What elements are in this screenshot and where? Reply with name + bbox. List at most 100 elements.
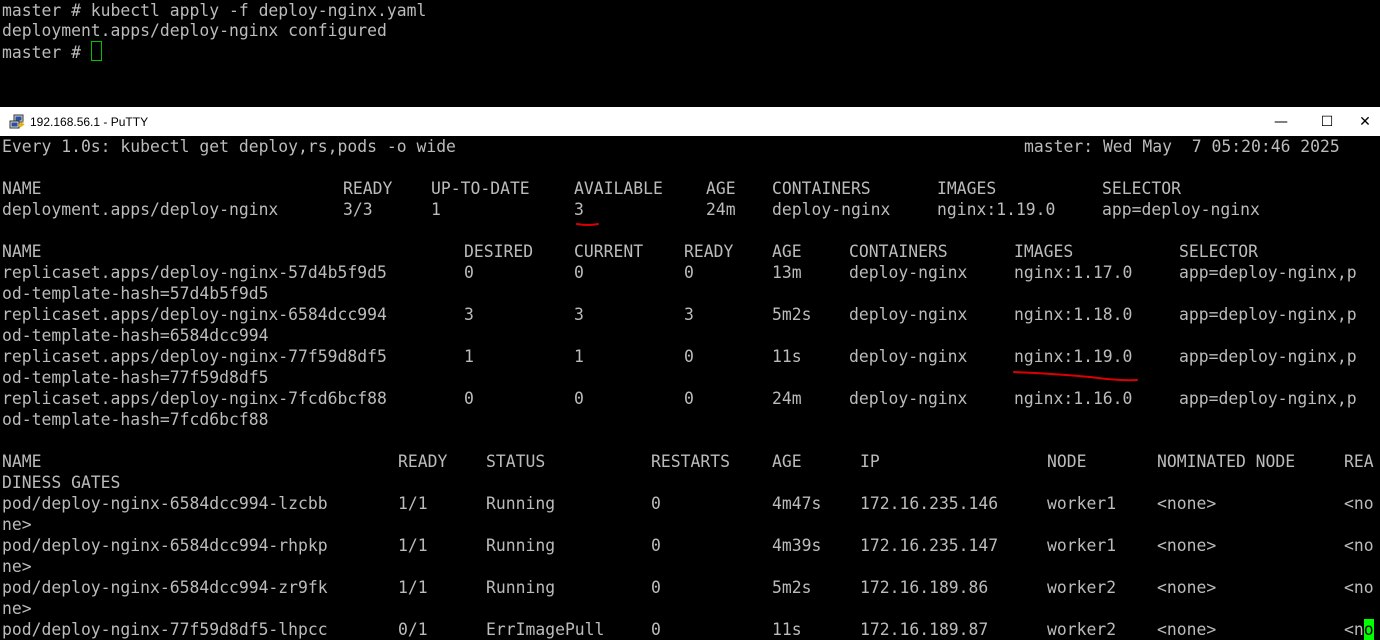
table-cell: worker1	[1047, 536, 1117, 555]
column-header: REA	[1344, 452, 1374, 471]
table-cell: 0	[684, 263, 694, 282]
table-cell: 3	[574, 200, 584, 219]
table-cell: <none>	[1157, 620, 1217, 639]
table-cell: app=deploy-nginx,p	[1179, 389, 1357, 408]
table-cell: deployment.apps/deploy-nginx	[2, 200, 279, 219]
window-titlebar[interactable]: 192.168.56.1 - PuTTY — ☐ ✕	[0, 107, 1380, 136]
column-header: CURRENT	[574, 242, 644, 261]
table-cell: 0	[651, 578, 661, 597]
column-header: IMAGES	[937, 179, 997, 198]
table-cell: 0	[651, 620, 661, 639]
column-header: SELECTOR	[1102, 179, 1181, 198]
table-cell: Running	[486, 536, 556, 555]
table-cell: pod/deploy-nginx-6584dcc994-lzcbb	[2, 494, 328, 513]
watch-command: Every 1.0s: kubectl get deploy,rs,pods -…	[2, 137, 456, 156]
column-header: CONTAINERS	[849, 242, 948, 261]
column-header: AGE	[706, 179, 736, 198]
table-cell: Running	[486, 578, 556, 597]
table-cell: 1/1	[398, 578, 428, 597]
column-header: IMAGES	[1014, 242, 1074, 261]
table-cell: 11s	[772, 347, 802, 366]
table-cell: pod/deploy-nginx-77f59d8df5-lhpcc	[2, 620, 328, 639]
table-cell: 13m	[772, 263, 802, 282]
table-cell: 3	[464, 305, 474, 324]
underline-image-1190	[1013, 371, 1138, 382]
column-header: READY	[684, 242, 734, 261]
table-cell: deploy-nginx	[849, 263, 968, 282]
maximize-icon: ☐	[1320, 113, 1334, 130]
table-cell: 172.16.189.87	[860, 620, 989, 639]
putty-window[interactable]: 192.168.56.1 - PuTTY — ☐ ✕ Every 1.0s: k…	[0, 107, 1380, 640]
column-header: IP	[860, 452, 880, 471]
table-cell: deploy-nginx	[849, 347, 968, 366]
table-cell: 11s	[772, 620, 802, 639]
table-cell: worker2	[1047, 578, 1117, 597]
watch-host-time: master: Wed May 7 05:20:46 2025	[1024, 137, 1340, 156]
column-header: NAME	[2, 452, 42, 471]
table-cell: replicaset.apps/deploy-nginx-57d4b5f9d5	[2, 263, 387, 282]
column-header: STATUS	[486, 452, 546, 471]
table-cell: <none>	[1157, 578, 1217, 597]
table-cell: 1/1	[398, 494, 428, 513]
wrapped-header: DINESS GATES	[2, 473, 121, 492]
table-cell: 0	[464, 389, 474, 408]
table-cell: <n	[1344, 620, 1364, 639]
table-cell: app=deploy-nginx	[1102, 200, 1260, 219]
wrapped-cell: ne>	[2, 599, 32, 618]
table-cell: 0	[651, 494, 661, 513]
close-button[interactable]: ✕	[1350, 107, 1380, 136]
table-cell: 3	[574, 305, 584, 324]
terminal-prompt-line: master #	[2, 41, 102, 62]
background-terminal[interactable]: master # kubectl apply -f deploy-nginx.y…	[0, 0, 1380, 107]
table-cell: 1	[464, 347, 474, 366]
table-cell: pod/deploy-nginx-6584dcc994-rhpkp	[2, 536, 328, 555]
table-cell: pod/deploy-nginx-6584dcc994-zr9fk	[2, 578, 328, 597]
column-header: RESTARTS	[651, 452, 730, 471]
terminal-line: deployment.apps/deploy-nginx configured	[2, 21, 387, 40]
wrapped-cell: od-template-hash=7fcd6bcf88	[2, 410, 269, 429]
table-cell: replicaset.apps/deploy-nginx-77f59d8df5	[2, 347, 387, 366]
column-header: AGE	[772, 242, 802, 261]
minimize-button[interactable]: —	[1258, 107, 1304, 136]
wrapped-cell: ne>	[2, 557, 32, 576]
table-cell: 3/3	[343, 200, 373, 219]
table-cell: deploy-nginx	[772, 200, 891, 219]
table-cell: ErrImagePull	[486, 620, 605, 639]
table-cell: Running	[486, 494, 556, 513]
column-header: DESIRED	[464, 242, 534, 261]
table-cell: 172.16.235.146	[860, 494, 999, 513]
table-cell: 4m47s	[772, 494, 822, 513]
table-cell: 4m39s	[772, 536, 822, 555]
column-header: UP-TO-DATE	[431, 179, 530, 198]
terminal-screen[interactable]: Every 1.0s: kubectl get deploy,rs,pods -…	[0, 136, 1380, 640]
table-cell: 5m2s	[772, 305, 812, 324]
table-cell: 1	[574, 347, 584, 366]
column-header: AVAILABLE	[574, 179, 663, 198]
window-title: 192.168.56.1 - PuTTY	[30, 115, 149, 129]
table-cell: worker2	[1047, 620, 1117, 639]
table-cell: 0	[574, 389, 584, 408]
column-header: NAME	[2, 242, 42, 261]
putty-computers-icon	[9, 114, 25, 129]
maximize-button[interactable]: ☐	[1304, 107, 1350, 136]
text-cursor	[90, 41, 102, 61]
table-cell: 172.16.189.86	[860, 578, 989, 597]
table-cell: 1	[431, 200, 441, 219]
table-cell: <no	[1344, 578, 1374, 597]
table-cell: replicaset.apps/deploy-nginx-6584dcc994	[2, 305, 387, 324]
table-cell: 24m	[772, 389, 802, 408]
terminal-prompt: master #	[2, 43, 91, 62]
table-cell: 1/1	[398, 536, 428, 555]
table-cell: <no	[1344, 536, 1374, 555]
wrapped-cell: od-template-hash=57d4b5f9d5	[2, 284, 269, 303]
underline-available	[576, 223, 599, 226]
table-cell: 0	[651, 536, 661, 555]
table-cell: nginx:1.19.0	[1014, 347, 1133, 366]
column-header: AGE	[772, 452, 802, 471]
table-cell: deploy-nginx	[849, 305, 968, 324]
close-icon: ✕	[1359, 113, 1371, 130]
table-cell: 24m	[706, 200, 736, 219]
table-cell: app=deploy-nginx,p	[1179, 347, 1357, 366]
table-cell: 0	[684, 347, 694, 366]
table-cell: app=deploy-nginx,p	[1179, 305, 1357, 324]
